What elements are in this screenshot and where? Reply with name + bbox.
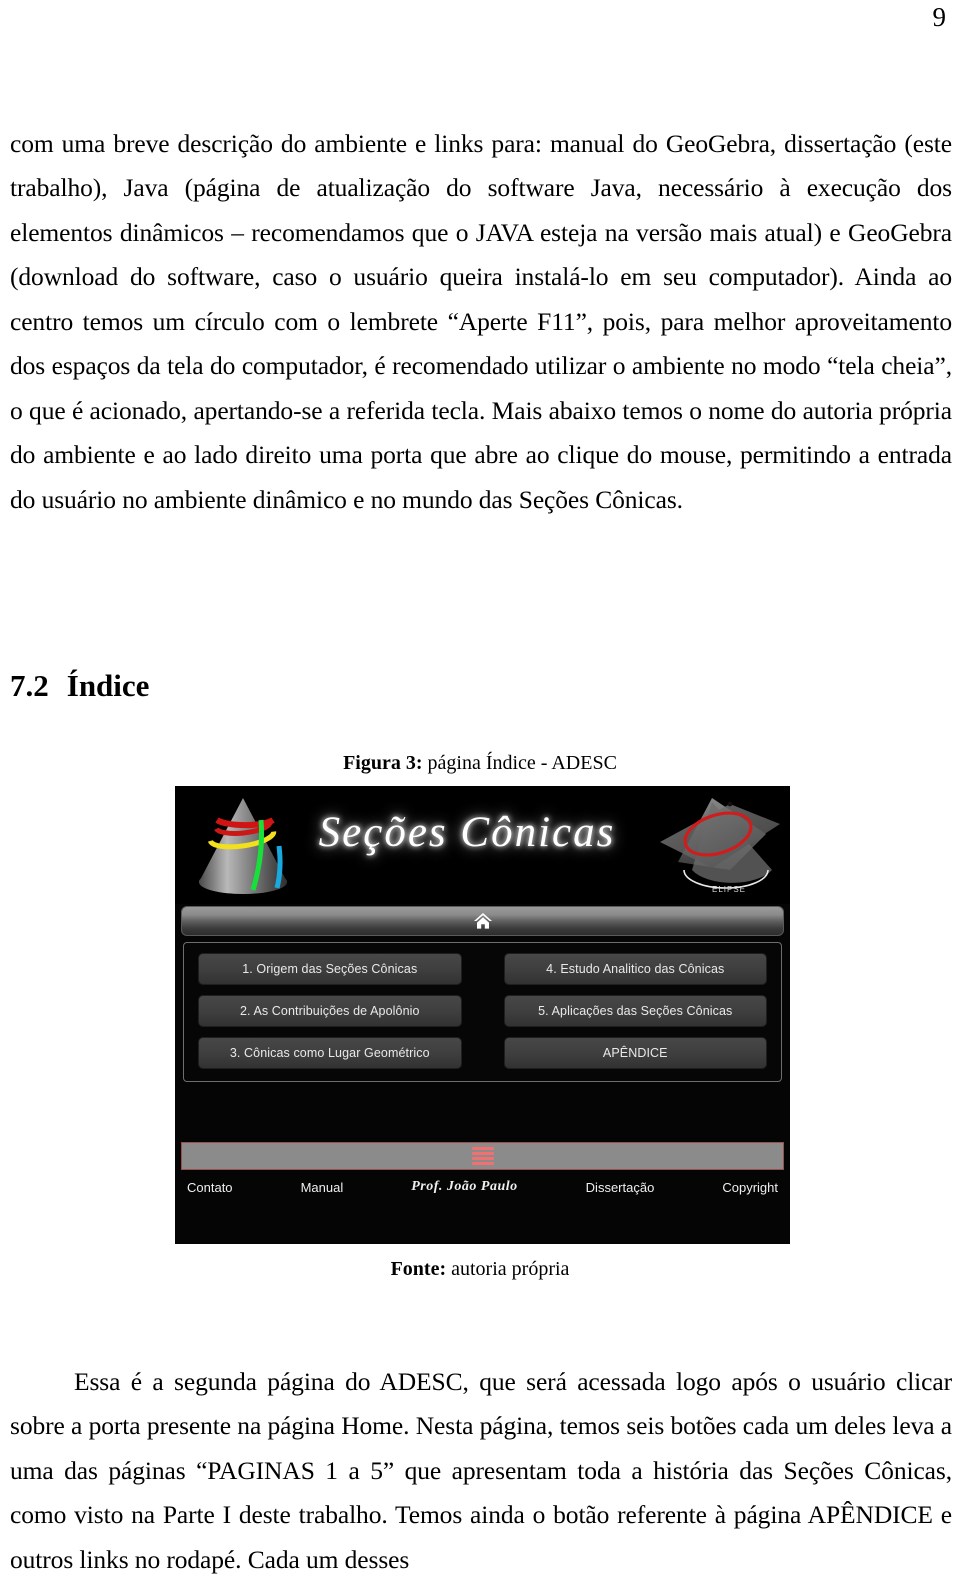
cone-sections-icon: [187, 792, 299, 900]
ellipse-label: ELIPSE: [712, 885, 746, 894]
figure-source-text: autoria própria: [446, 1258, 569, 1280]
document-page: 9 com uma breve descrição do ambiente e …: [0, 0, 960, 1555]
section-heading: 7.2 Índice: [10, 668, 149, 704]
paragraph-description: Essa é a segunda página do ADESC, que se…: [10, 1360, 952, 1582]
page-number: 9: [933, 2, 947, 33]
stack-menu-icon: [472, 1147, 494, 1165]
paragraph-intro: com uma breve descrição do ambiente e li…: [10, 122, 952, 523]
footer-signature: Prof. João Paulo: [411, 1179, 517, 1195]
menu-button-lugar-geometrico[interactable]: 3. Cônicas como Lugar Geométrico: [198, 1037, 462, 1069]
figure-source: Fonte: autoria própria: [0, 1258, 960, 1281]
menu-button-contribuicoes-apolonio[interactable]: 2. As Contribuições de Apolônio: [198, 995, 462, 1027]
figure-caption-label: Figura 3:: [343, 752, 422, 774]
figure-screenshot-adesc-indice: Seções Cônicas: [175, 786, 790, 1244]
menu-button-origem[interactable]: 1. Origem das Seções Cônicas: [198, 953, 462, 985]
index-menu-panel: 1. Origem das Seções Cônicas 4. Estudo A…: [183, 942, 782, 1082]
section-number: 7.2: [10, 668, 49, 704]
menu-button-apendice[interactable]: APÊNDICE: [504, 1037, 768, 1069]
footer-link-dissertacao[interactable]: Dissertação: [586, 1180, 655, 1195]
banner-title: Seções Cônicas: [287, 808, 647, 857]
figure-caption: Figura 3: página Índice - ADESC: [0, 752, 960, 775]
footer-link-copyright[interactable]: Copyright: [722, 1180, 778, 1195]
figure-source-label: Fonte:: [391, 1258, 447, 1280]
footer-links: Contato Manual Prof. João Paulo Disserta…: [175, 1173, 790, 1201]
footer-link-manual[interactable]: Manual: [301, 1180, 344, 1195]
footer-link-contato[interactable]: Contato: [187, 1180, 233, 1195]
menu-button-aplicacoes[interactable]: 5. Aplicações das Seções Cônicas: [504, 995, 768, 1027]
home-button[interactable]: [181, 906, 784, 936]
figure-caption-text: página Índice - ADESC: [423, 752, 617, 774]
footer-toolbar[interactable]: [181, 1142, 784, 1170]
index-menu-grid: 1. Origem das Seções Cônicas 4. Estudo A…: [198, 953, 767, 1069]
menu-button-estudo-analitico[interactable]: 4. Estudo Analitico das Cônicas: [504, 953, 768, 985]
site-banner: Seções Cônicas: [175, 786, 790, 904]
home-icon: [473, 912, 493, 930]
panel-spacer: [175, 1082, 790, 1142]
ellipse-section-icon: ELIPSE: [656, 790, 784, 902]
section-title: Índice: [67, 668, 150, 704]
